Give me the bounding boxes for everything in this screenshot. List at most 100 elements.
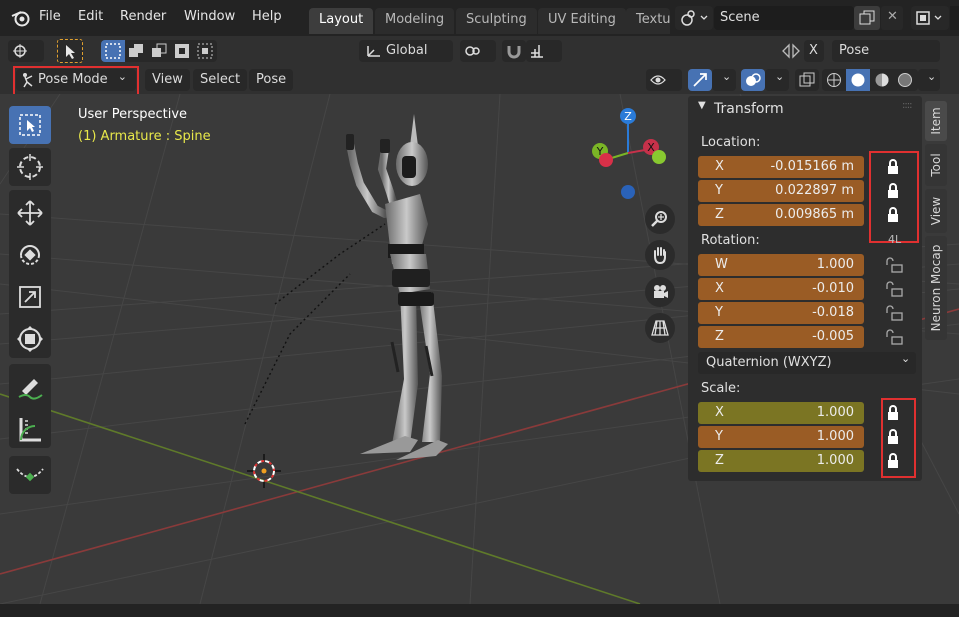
status-bar	[0, 604, 959, 617]
rendered-shading-icon[interactable]	[897, 72, 913, 88]
camera-icon	[654, 285, 668, 298]
menu-help[interactable]: Help	[252, 9, 282, 24]
x-mirror-icon-button[interactable]	[781, 42, 803, 62]
lock-rotation-x-icon[interactable]	[886, 281, 904, 297]
menu-render[interactable]: Render	[120, 9, 166, 24]
sidebar-tab-tool[interactable]: Tool	[925, 144, 947, 186]
location-locks-highlight	[869, 151, 919, 243]
menu-file[interactable]: File	[39, 9, 61, 24]
blender-logo-icon[interactable]	[10, 9, 32, 27]
menu-window[interactable]: Window	[184, 9, 235, 24]
rotation-y-value: -0.018	[812, 305, 854, 320]
sidebar-tab-neuron-mocap-label: Neuron Mocap	[929, 244, 943, 332]
tab-modeling[interactable]: Modeling	[375, 8, 455, 34]
tool-cursor[interactable]	[9, 148, 51, 186]
pivot-point-dropdown[interactable]	[460, 40, 496, 62]
view-layer-button[interactable]	[911, 6, 949, 30]
overlays-dropdown[interactable]	[765, 69, 789, 91]
lock-rotation-w-icon[interactable]	[886, 257, 904, 273]
scale-z-value: 1.000	[816, 453, 854, 468]
menu-pose[interactable]: Pose	[249, 69, 294, 91]
lock-rotation-z-icon[interactable]	[886, 329, 904, 345]
menu-view-label: View	[152, 72, 183, 87]
zoom-view-button[interactable]	[645, 204, 675, 234]
tool-annotate[interactable]	[9, 368, 51, 406]
material-shading-icon[interactable]	[874, 72, 890, 88]
tab-layout[interactable]: Layout	[309, 8, 374, 34]
scale-y-field[interactable]: Y 1.000	[698, 426, 864, 448]
scene-name-field[interactable]: Scene	[714, 6, 854, 30]
transform-panel-header[interactable]: ▼ Transform ::::	[688, 96, 922, 122]
scale-locks-highlight	[881, 398, 916, 478]
navigation-gizmo[interactable]: Z Y X	[583, 106, 675, 202]
viewport-header: Pose Mode View Select Pose	[0, 66, 959, 96]
duplicate-icon	[859, 10, 875, 25]
select-subtract-button[interactable]	[148, 40, 171, 62]
delete-scene-button[interactable]: ✕	[881, 6, 903, 30]
3d-cursor-icon	[247, 454, 281, 488]
transform-orientation-dropdown[interactable]: Global	[359, 40, 453, 62]
visibility-dropdown[interactable]	[646, 69, 682, 91]
gizmo-dropdown[interactable]	[712, 69, 736, 91]
rotation-x-field[interactable]: X -0.010	[698, 278, 864, 300]
select-tool-button[interactable]	[57, 39, 83, 63]
tool-rotate[interactable]	[9, 236, 51, 274]
view-layer-field[interactable]	[950, 6, 959, 30]
location-x-field[interactable]: X -0.015166 m	[698, 156, 864, 178]
location-y-axis: Y	[715, 183, 723, 198]
tool-relax-pose[interactable]	[9, 456, 51, 494]
gizmo-toggle-button[interactable]	[688, 69, 712, 91]
menu-edit[interactable]: Edit	[78, 9, 103, 24]
pose-options-dropdown[interactable]: Pose Options	[832, 40, 940, 80]
view-layer-icon	[916, 11, 942, 25]
tool-transform[interactable]	[9, 320, 51, 358]
lock-rotation-y-icon[interactable]	[886, 305, 904, 321]
scale-x-field[interactable]: X 1.000	[698, 402, 864, 424]
tool-scale[interactable]	[9, 278, 51, 316]
scale-z-field[interactable]: Z 1.000	[698, 450, 864, 472]
rotation-z-field[interactable]: Z -0.005	[698, 326, 864, 348]
tab-uv-editing[interactable]: UV Editing	[538, 8, 626, 34]
select-extend-button[interactable]	[125, 40, 148, 62]
scene-selector-button[interactable]	[675, 6, 713, 30]
select-new-button[interactable]	[101, 40, 125, 62]
camera-view-button[interactable]	[645, 277, 675, 307]
toggle-perspective-button[interactable]	[645, 313, 675, 343]
tool-select-box[interactable]	[9, 106, 51, 144]
xray-toggle-button[interactable]	[795, 69, 819, 91]
tool-measure[interactable]	[9, 410, 51, 448]
wireframe-shading-icon[interactable]	[826, 72, 842, 88]
pan-view-button[interactable]	[645, 240, 675, 270]
menu-view[interactable]: View	[145, 69, 190, 91]
robot-armature-model[interactable]	[330, 114, 460, 474]
location-y-field[interactable]: Y 0.022897 m	[698, 180, 864, 202]
scale-x-axis: X	[715, 405, 724, 420]
tool-move[interactable]	[9, 194, 51, 232]
rotation-w-field[interactable]: W 1.000	[698, 254, 864, 276]
rotation-mode-dropdown[interactable]: Quaternion (WXYZ) ⌄	[698, 352, 916, 374]
location-z-field[interactable]: Z 0.009865 m	[698, 204, 864, 226]
snap-target-dropdown[interactable]	[526, 40, 562, 62]
select-intersect-button[interactable]	[194, 40, 217, 62]
editor-type-button[interactable]	[8, 40, 44, 62]
tab-texture[interactable]: Textu	[626, 8, 670, 34]
chevron-down-icon: ⌄	[901, 352, 911, 365]
shading-options-dropdown[interactable]	[918, 69, 940, 91]
sidebar-tab-view[interactable]: View	[925, 189, 947, 233]
solid-shading-button[interactable]	[846, 69, 870, 91]
tab-sculpting[interactable]: Sculpting	[456, 8, 537, 34]
orientation-axes-icon	[367, 45, 380, 57]
x-mirror-toggle[interactable]: X	[804, 40, 824, 62]
select-invert-button[interactable]	[171, 40, 194, 62]
overlays-toggle-button[interactable]	[741, 69, 765, 91]
menu-select[interactable]: Select	[193, 69, 248, 91]
select-subtract-icon	[152, 43, 167, 57]
sidebar-tab-item[interactable]: Item	[925, 101, 947, 141]
drag-handle-icon[interactable]: ::::	[902, 100, 913, 111]
rotation-y-field[interactable]: Y -0.018	[698, 302, 864, 324]
four-l-toggle[interactable]: 4L	[888, 233, 901, 246]
sidebar-tab-neuron-mocap[interactable]: Neuron Mocap	[925, 236, 947, 340]
x-mirror-label: X	[809, 43, 818, 58]
new-scene-button[interactable]	[854, 6, 880, 30]
snap-toggle-button[interactable]	[502, 40, 526, 62]
